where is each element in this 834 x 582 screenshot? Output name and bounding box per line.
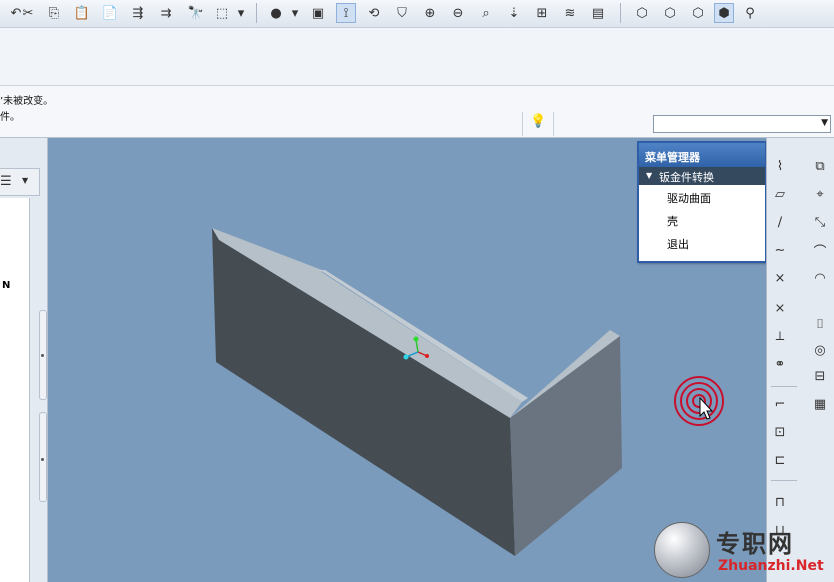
dropdown-arrow-icon[interactable]: ▾ xyxy=(290,3,300,23)
triad-x-end xyxy=(425,354,429,358)
toolbar-separator xyxy=(771,480,797,481)
selection-filter-dropdown[interactable]: ▼ xyxy=(653,115,831,133)
panel-sash[interactable] xyxy=(39,412,47,502)
status-separator xyxy=(553,112,554,136)
merge-icon[interactable]: ⌒ xyxy=(809,240,831,260)
extrude-wall-icon[interactable]: ⌐ xyxy=(769,394,791,414)
offset-icon[interactable]: ◎ xyxy=(809,340,831,360)
wireframe-icon[interactable]: ⬡ xyxy=(632,3,652,23)
spin-center-icon[interactable]: ⟟ xyxy=(336,3,356,23)
menu-item-exit[interactable]: 退出 xyxy=(639,231,765,254)
watermark-logo xyxy=(654,522,710,578)
triad-z-end xyxy=(403,354,409,360)
paste-special-icon[interactable]: 📄 xyxy=(100,3,120,23)
model-tree-label: N xyxy=(2,280,11,291)
watermark-url: Zhuanzhi.Net xyxy=(718,558,824,574)
toolbar-separator xyxy=(256,3,257,23)
dashboard-area xyxy=(0,28,834,86)
bend-icon[interactable]: ⊓ xyxy=(769,492,791,512)
model-tree-icon[interactable]: ⚲ xyxy=(740,3,760,23)
tree-list-icon[interactable]: ☰ xyxy=(0,174,12,189)
regenerate-icon[interactable]: ⇶ xyxy=(128,3,148,23)
zoom-in-icon[interactable]: ⊕ xyxy=(420,3,440,23)
datum-display-icon[interactable]: ⌇ xyxy=(769,156,791,176)
sketched-point-icon[interactable]: ⨯ xyxy=(769,298,791,318)
refit-icon[interactable]: ⌕ xyxy=(476,3,496,23)
main-toolbar: ↶ ✂ ⎘ 📋 📄 ⇶ ⇉ 🔭 ⬚ ▾ ● ▾ ▣ ⟟ ⟲ ⛉ ⊕ ⊖ ⌕ ⇣ … xyxy=(0,0,834,28)
no-hidden-icon[interactable]: ⬡ xyxy=(688,3,708,23)
redraw-icon[interactable]: ▣ xyxy=(308,3,328,23)
flat-wall-icon[interactable]: ⊡ xyxy=(769,422,791,442)
menu-submenu-header[interactable]: ▼ 钣金件转换 xyxy=(639,167,765,185)
orient-mode-icon[interactable]: ⟲ xyxy=(364,3,384,23)
mirror-icon[interactable]: ⌖ xyxy=(809,184,831,204)
message-line-1: ’未被改变。 xyxy=(0,96,54,107)
chevron-down-icon[interactable]: ▼ xyxy=(22,176,28,185)
shaded-icon[interactable]: ⬢ xyxy=(714,3,734,23)
datum-axis-icon[interactable]: ∕ xyxy=(769,212,791,232)
message-line-2: 件。 xyxy=(0,112,20,123)
intersect-icon[interactable]: ⊟ xyxy=(809,366,831,386)
datum-point-icon[interactable]: × xyxy=(769,268,791,288)
pattern-icon[interactable]: ▦ xyxy=(809,394,831,414)
select-box-icon[interactable]: ⬚ xyxy=(212,3,232,23)
layers-icon[interactable]: ≋ xyxy=(560,3,580,23)
feature-toolbar: ⌇ ⧉ ▱ ⌖ ∕ ⤡ ∼ ⌒ × ◠ ⨯ ⟂ ⌷ ◎ ⚭ ⊟ ⌐ ▦ ⊡ ⊏ … xyxy=(766,138,834,582)
navigator-panel: ☰ ▼ N xyxy=(0,138,48,582)
reorient-icon[interactable]: ⇣ xyxy=(504,3,524,23)
status-separator xyxy=(522,112,523,136)
menu-item-driving-surface[interactable]: 驱动曲面 xyxy=(639,185,765,208)
hidden-line-icon[interactable]: ⬡ xyxy=(660,3,680,23)
menu-manager: 菜单管理器 ▼ 钣金件转换 驱动曲面 壳 退出 xyxy=(637,141,767,263)
view-manager-icon[interactable]: ⊞ xyxy=(532,3,552,23)
move-icon[interactable]: ⤡ xyxy=(809,212,831,232)
message-area: ’未被改变。 件。 💡 ▼ xyxy=(0,86,834,138)
menu-submenu-label: 钣金件转换 xyxy=(659,171,714,184)
cut-icon[interactable]: ✂ xyxy=(18,3,38,23)
datum-plane-icon[interactable]: ▱ xyxy=(769,184,791,204)
datum-curve-icon[interactable]: ∼ xyxy=(769,240,791,260)
find-icon[interactable]: 🔭 xyxy=(186,3,206,23)
toolbar-separator xyxy=(620,3,621,23)
regenerate-manager-icon[interactable]: ⇉ xyxy=(156,3,176,23)
triangle-down-icon: ▼ xyxy=(646,171,653,180)
sash-grip-icon xyxy=(41,458,44,461)
zoom-out-icon[interactable]: ⊖ xyxy=(448,3,468,23)
sash-grip-icon xyxy=(41,354,44,357)
watermark: 专职网 Zhuanzhi.Net xyxy=(654,522,834,582)
menu-manager-title: 菜单管理器 xyxy=(639,143,765,167)
dropdown-arrow-icon[interactable]: ▾ xyxy=(236,3,246,23)
trim-icon[interactable]: ◠ xyxy=(809,268,831,288)
watermark-text: 专职网 xyxy=(716,529,794,558)
shading-icon[interactable]: ● xyxy=(266,3,286,23)
paste-icon[interactable]: 📋 xyxy=(72,3,92,23)
menu-item-shell[interactable]: 壳 xyxy=(639,208,765,231)
coordinate-system-icon[interactable]: ⟂ xyxy=(769,326,791,346)
copy-icon[interactable]: ⎘ xyxy=(44,3,64,23)
spin-center-target xyxy=(674,376,724,426)
toolbar-separator xyxy=(771,386,797,387)
analysis-icon[interactable]: ⚭ xyxy=(769,354,791,374)
extend-icon[interactable]: ⌷ xyxy=(809,314,831,334)
triad-y-end xyxy=(413,336,419,342)
saved-views-icon[interactable]: ⛉ xyxy=(392,3,412,23)
pro-engineer-window: ↶ ✂ ⎘ 📋 📄 ⇶ ⇉ 🔭 ⬚ ▾ ● ▾ ▣ ⟟ ⟲ ⛉ ⊕ ⊖ ⌕ ⇣ … xyxy=(0,0,834,582)
model-tree[interactable] xyxy=(0,198,30,582)
flange-wall-icon[interactable]: ⊏ xyxy=(769,450,791,470)
copy-feature-icon[interactable]: ⧉ xyxy=(809,156,831,176)
chevron-down-icon[interactable]: ▼ xyxy=(821,118,828,128)
lightbulb-icon[interactable]: 💡 xyxy=(530,114,546,129)
display-style-icon[interactable]: ▤ xyxy=(588,3,608,23)
